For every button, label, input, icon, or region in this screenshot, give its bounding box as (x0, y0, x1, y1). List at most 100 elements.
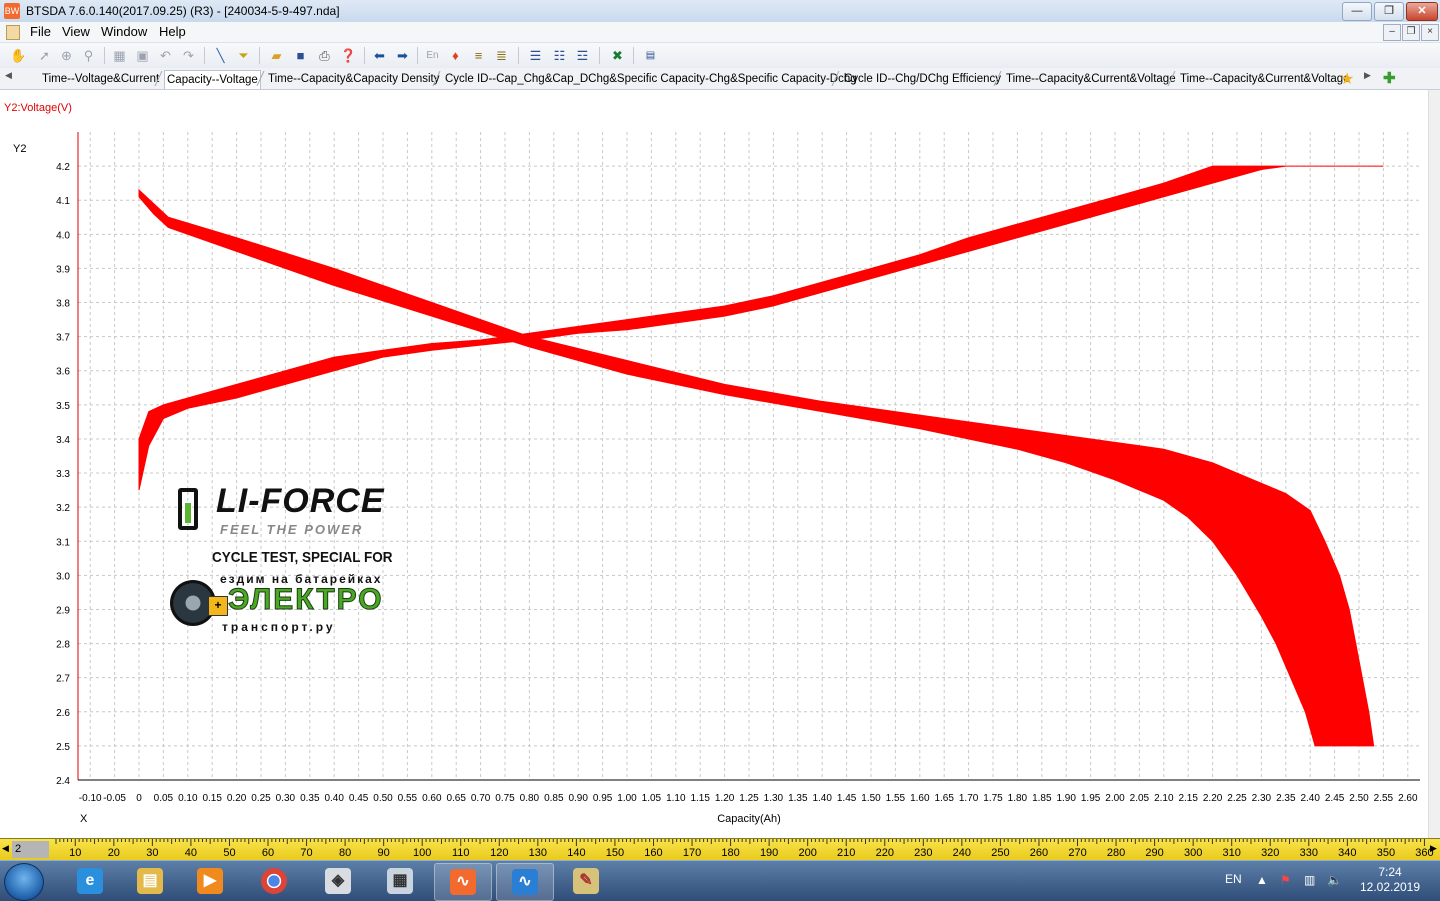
filter-icon[interactable]: ⏷ (235, 47, 252, 64)
cycle-ruler[interactable]: ◀ 2 10 20 30 40 50 60 70 80 90 100 110 120 130 140 150… (0, 838, 1440, 861)
document-icon[interactable] (6, 25, 20, 40)
menu-file[interactable]: File (30, 24, 51, 39)
ruler-tick-label: 110 (452, 847, 470, 859)
ruler-start-value[interactable]: 2 (12, 841, 49, 858)
vertical-scrollbar[interactable] (1428, 90, 1440, 838)
print-icon[interactable]: ⎙ (316, 47, 333, 64)
save-icon[interactable]: ■ (292, 47, 309, 64)
clock[interactable]: 7:24 12.02.2019 (1352, 865, 1428, 895)
taskbar-ie[interactable]: e (62, 863, 118, 899)
taskbar-box[interactable]: ◈ (310, 863, 366, 899)
help-icon[interactable]: ❓ (340, 47, 357, 64)
excel-export-icon[interactable]: ✖ (609, 47, 626, 64)
pan-hand-icon[interactable]: ✋ (10, 47, 27, 64)
marker-icon[interactable]: ♦ (447, 47, 464, 64)
menu-help[interactable]: Help (159, 24, 186, 39)
table-view-icon[interactable]: ☷ (551, 47, 568, 64)
tray-flag-icon[interactable]: ⚑ (1280, 873, 1291, 887)
toolbar-separator (259, 47, 260, 64)
taskbar-calculator[interactable]: ▦ (372, 863, 428, 899)
tab-time-capacity-density[interactable]: Time--Capacity&Capacity Density (266, 70, 441, 88)
chart-top-label: Y2:Voltage(V) (4, 102, 72, 114)
zoom-icon[interactable]: ⚲ (80, 47, 97, 64)
arrow-left-icon[interactable]: ⬅ (371, 47, 388, 64)
align-icon[interactable]: ≡ (470, 47, 487, 64)
mdi-minimize-button[interactable]: – (1383, 24, 1401, 41)
tray-expand-icon[interactable]: ▲ (1256, 873, 1268, 887)
favorite-star-icon[interactable]: ★ (1340, 69, 1354, 89)
ruler-scale[interactable]: 10 20 30 40 50 60 70 80 90 100 110 120 130 140 150 160 1… (46, 839, 1436, 861)
ruler-tick-label: 250 (991, 847, 1009, 859)
ruler-tick-label: 90 (378, 847, 390, 859)
ruler-left-icon[interactable]: ◀ (2, 843, 9, 854)
tray-network-icon[interactable]: ▥ (1304, 873, 1315, 887)
start-button[interactable] (4, 863, 44, 901)
partner-name: ЭЛЕКТРО (228, 583, 384, 617)
x-tick-label: 0.90 (568, 793, 588, 804)
taskbar-paint[interactable]: ✎ (558, 863, 614, 899)
list-view-icon[interactable]: ☲ (574, 47, 591, 64)
ruler-tick-label: 120 (490, 847, 508, 859)
pointer-icon[interactable]: ➚ (36, 47, 53, 64)
chart-area[interactable]: -0.10 -0.05 0 0.05 0.10 0.15 0.20 0.25 0.30 0.35 0… (0, 90, 1440, 838)
tab-time-capacity-current-voltage-2[interactable]: Time--Capacity&Current&Voltage (1178, 70, 1352, 88)
taskbar-chrome[interactable] (246, 863, 302, 899)
tab-cycle-cap-specific[interactable]: Cycle ID--Cap_Chg&Cap_DChg&Specific Capa… (443, 70, 859, 88)
language-icon[interactable]: En (424, 47, 441, 64)
x-tick-label: 2.35 (1276, 793, 1296, 804)
bw-app-icon[interactable]: BW (4, 3, 20, 19)
tab-capacity-voltage[interactable]: Capacity--Voltage (164, 70, 261, 89)
title-bar: BW BTSDA 7.6.0.140(2017.09.25) (R3) - [2… (0, 0, 1440, 23)
taskbar: e ▤ ▶ ◈ ▦ ∿ ∿ ✎ EN ▲ ⚑ ▥ 🔈 7:24 12.02.20… (0, 860, 1440, 901)
ruler-tick-label: 30 (146, 847, 158, 859)
menu-view[interactable]: View (62, 24, 90, 39)
ruler-tick-label: 50 (223, 847, 235, 859)
redo-icon[interactable]: ↷ (180, 47, 197, 64)
taskbar-btsda-2[interactable]: ∿ (496, 863, 554, 901)
y-tick-label: 3.8 (56, 299, 70, 310)
close-button[interactable]: ✕ (1406, 2, 1438, 21)
tab-cycle-efficiency[interactable]: Cycle ID--Chg/DChg Efficiency (842, 70, 1003, 88)
tab-time-voltage-current[interactable]: Time--Voltage&Current (40, 70, 161, 88)
taskbar-explorer[interactable]: ▤ (122, 863, 178, 899)
y-tick-label: 3.5 (56, 401, 70, 412)
brand-slogan: FEEL THE POWER (220, 522, 364, 537)
mdi-restore-button[interactable]: ❐ (1402, 24, 1420, 41)
y-tick-label: 2.7 (56, 674, 70, 685)
mdi-close-button[interactable]: × (1421, 24, 1439, 41)
zoom-area-icon[interactable]: ⊕ (58, 47, 75, 64)
ruler-tick-label: 130 (529, 847, 547, 859)
menu-window[interactable]: Window (101, 24, 147, 39)
line-tool-icon[interactable]: ╲ (212, 47, 229, 64)
tab-scroll-left-icon[interactable]: ◀ (5, 70, 12, 81)
tab-time-capacity-current-voltage[interactable]: Time--Capacity&Current&Voltage (1004, 70, 1178, 88)
x-tick-label: 0.75 (495, 793, 515, 804)
y-tick-label: 3.0 (56, 571, 70, 582)
tab-scroll-right-icon[interactable]: ▶ (1364, 70, 1371, 81)
y-tick-label: 3.4 (56, 435, 70, 446)
taskbar-btsda[interactable]: ∿ (434, 863, 492, 901)
copy-chart-icon[interactable]: ▣ (134, 47, 151, 64)
table-icon[interactable]: ☰ (527, 47, 544, 64)
box-icon: ◈ (325, 868, 351, 894)
language-indicator[interactable]: EN (1225, 872, 1242, 886)
adjust-icon[interactable]: ≣ (493, 47, 510, 64)
grid-icon[interactable]: ▦ (111, 47, 128, 64)
taskbar-media[interactable]: ▶ (182, 863, 238, 899)
electro-logo: + ездим на батарейках ЭЛЕКТРО транспорт.… (168, 572, 408, 640)
report-icon[interactable]: ▤ (642, 47, 659, 64)
minimize-button[interactable]: — (1342, 2, 1372, 21)
open-folder-icon[interactable]: ▰ (268, 47, 285, 64)
capacity-voltage-chart[interactable]: -0.10 -0.05 0 0.05 0.10 0.15 0.20 0.25 0.30 0.35 0… (0, 90, 1428, 838)
clock-time: 7:24 (1378, 865, 1402, 879)
ruler-right-icon[interactable]: ▶ (1430, 843, 1437, 854)
tray-volume-icon[interactable]: 🔈 (1327, 873, 1342, 887)
x-tick-label: 0.35 (300, 793, 320, 804)
arrow-right-icon[interactable]: ➡ (394, 47, 411, 64)
x-tick-label: 2.25 (1227, 793, 1247, 804)
toolbar-separator (417, 47, 418, 64)
undo-icon[interactable]: ↶ (157, 47, 174, 64)
restore-button[interactable]: ❐ (1374, 2, 1404, 21)
x-tick-label: 1.25 (739, 793, 759, 804)
add-tab-icon[interactable]: ✚ (1383, 69, 1396, 87)
